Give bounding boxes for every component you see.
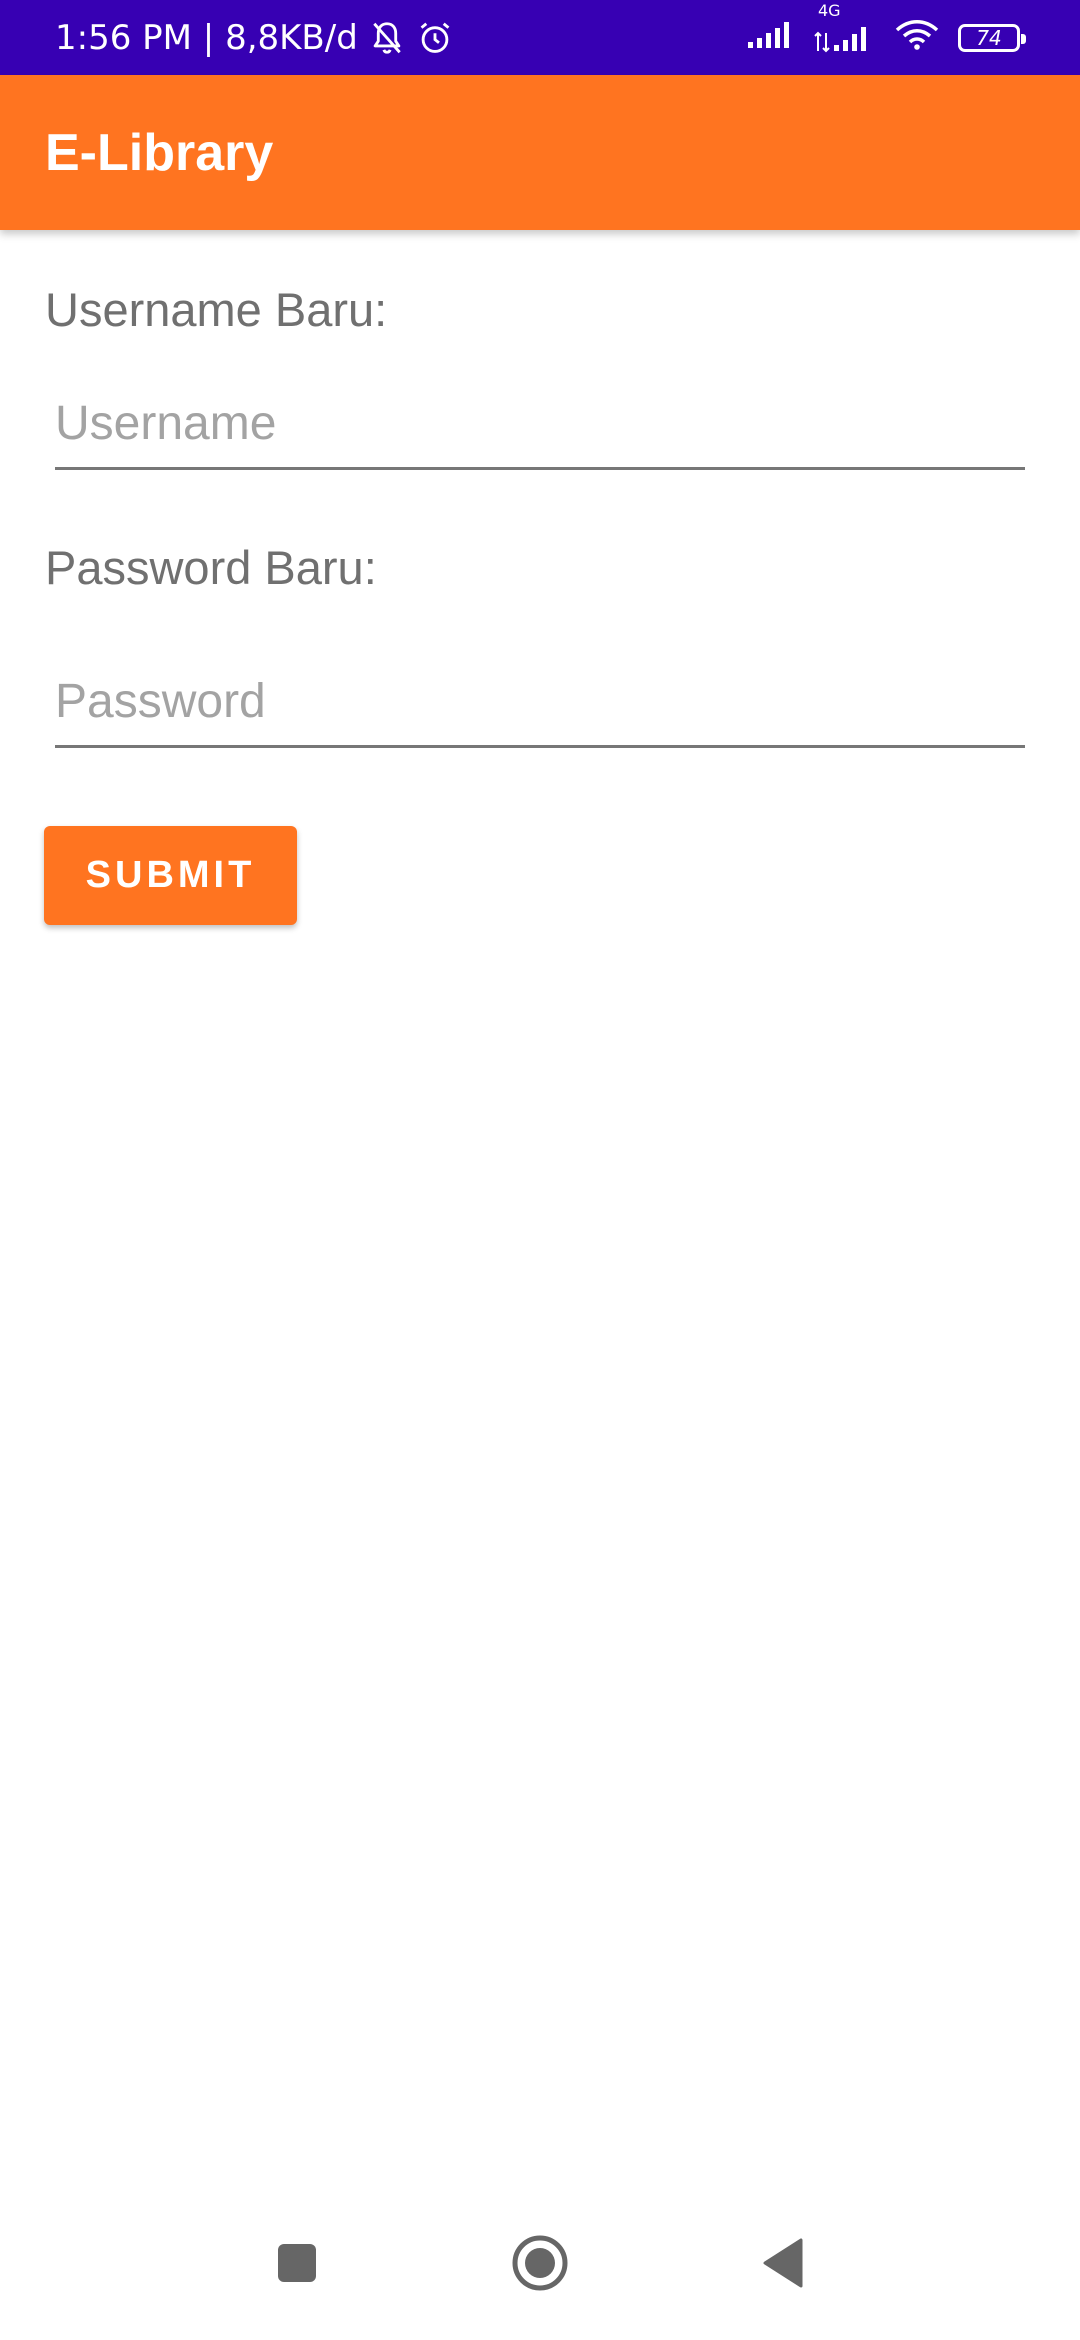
signal-icon bbox=[746, 20, 796, 55]
username-input[interactable] bbox=[55, 380, 1025, 470]
back-triangle-icon bbox=[761, 2237, 805, 2294]
app-bar: E-Library bbox=[0, 75, 1080, 230]
back-button[interactable] bbox=[723, 2190, 843, 2340]
app-title: E-Library bbox=[45, 123, 274, 182]
status-bar: 1:56 PM | 8,8KB/d 4G 74 bbox=[0, 0, 1080, 75]
username-label: Username Baru: bbox=[45, 283, 388, 336]
password-label: Password Baru: bbox=[45, 541, 377, 594]
status-left: 1:56 PM | 8,8KB/d bbox=[55, 0, 454, 75]
submit-button[interactable]: SUBMIT bbox=[44, 826, 297, 925]
signal-4g-icon: 4G bbox=[814, 1, 876, 53]
network-type-label: 4G bbox=[818, 0, 841, 20]
password-input[interactable] bbox=[55, 658, 1025, 748]
status-time: 1:56 PM | 8,8KB/d bbox=[55, 17, 358, 58]
navigation-bar bbox=[0, 2190, 1080, 2340]
wifi-icon bbox=[894, 19, 940, 56]
recents-square-icon bbox=[275, 2241, 319, 2290]
battery-level: 74 bbox=[976, 25, 1002, 50]
home-button[interactable] bbox=[480, 2190, 600, 2340]
status-right: 4G 74 bbox=[746, 0, 1026, 75]
alarm-icon bbox=[416, 19, 454, 57]
bell-off-icon bbox=[368, 19, 406, 57]
recents-button[interactable] bbox=[237, 2190, 357, 2340]
battery-icon: 74 bbox=[958, 23, 1026, 52]
home-circle-icon bbox=[510, 2233, 570, 2298]
